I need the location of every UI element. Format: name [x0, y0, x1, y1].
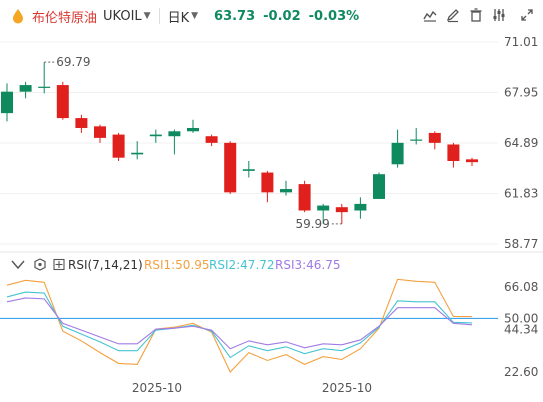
- candle-body: [205, 136, 218, 143]
- candle[interactable]: [131, 141, 144, 160]
- candle-body: [261, 172, 274, 193]
- candle-body: [317, 205, 330, 211]
- candle[interactable]: [298, 180, 311, 213]
- candle[interactable]: [187, 119, 199, 133]
- candle-body: [168, 131, 181, 137]
- candle[interactable]: [466, 157, 478, 166]
- candle[interactable]: [447, 142, 460, 168]
- candle[interactable]: [373, 172, 385, 199]
- candle-body: [242, 169, 255, 171]
- price-tick-label: 67.95: [504, 86, 538, 100]
- candle[interactable]: [19, 81, 32, 99]
- candle-body: [373, 174, 385, 199]
- candle[interactable]: [410, 127, 423, 145]
- candle-body: [75, 118, 88, 128]
- candle-body: [56, 85, 69, 119]
- rsi-tick-label: 66.08: [504, 280, 538, 294]
- indicator-label: RSI(7,14,21): [68, 258, 143, 272]
- candle-body: [187, 127, 199, 132]
- candle[interactable]: [1, 83, 13, 122]
- candle[interactable]: [149, 129, 162, 143]
- price-tick-label: 71.01: [504, 35, 538, 49]
- rsi-tick-label: 22.60: [504, 365, 538, 379]
- candle[interactable]: [242, 160, 255, 178]
- candle[interactable]: [354, 197, 367, 219]
- low-marker-label: 59.99: [295, 217, 329, 231]
- candle[interactable]: [261, 170, 274, 203]
- candle[interactable]: [112, 132, 125, 161]
- candle[interactable]: [335, 203, 348, 224]
- grid: [0, 41, 498, 245]
- candle-body: [410, 139, 423, 141]
- rsi1-line: [6, 278, 473, 373]
- candle[interactable]: [428, 131, 441, 150]
- rsi3-line: [6, 297, 473, 350]
- chart-app: 布伦特原油 UKOIL ▼ 日K ▼ 63.73 -0.02 -0.03% 71…: [0, 0, 543, 402]
- candle-body: [224, 142, 237, 193]
- price-tick-label: 58.77: [504, 237, 538, 251]
- candle-body: [354, 203, 367, 211]
- indicator-settings-icon[interactable]: [34, 258, 46, 271]
- candle-body: [447, 144, 460, 161]
- rsi3-legend: RSI3:46.75: [275, 258, 341, 272]
- candle-body: [19, 85, 32, 92]
- chart-canvas[interactable]: 71.01 67.95 64.89 61.83 58.77 69.79 59.99 RSI…: [0, 0, 543, 402]
- x-tick-label: 2025-10: [132, 381, 182, 395]
- rsi-axis: 66.0850.0044.3422.60: [504, 280, 538, 379]
- price-axis: 71.01 67.95 64.89 61.83 58.77: [504, 35, 538, 251]
- candle-body: [298, 184, 311, 211]
- candle[interactable]: [205, 134, 218, 147]
- collapse-icon[interactable]: [11, 260, 25, 270]
- price-tick-label: 64.89: [504, 136, 538, 150]
- candle-body: [428, 132, 441, 143]
- candle-body: [280, 189, 292, 193]
- candle[interactable]: [38, 62, 51, 94]
- indicator-add-icon[interactable]: [53, 258, 65, 271]
- high-marker-label: 69.79: [56, 55, 90, 69]
- rsi2-legend: RSI2:47.72: [209, 258, 275, 272]
- candle[interactable]: [168, 129, 181, 155]
- rsi-lines: [0, 278, 498, 373]
- candle-body: [335, 207, 348, 213]
- rsi-tick-label: 44.34: [504, 323, 538, 337]
- candle[interactable]: [94, 124, 106, 143]
- price-tick-label: 61.83: [504, 187, 538, 201]
- x-axis: 2025-10 2025-10: [132, 381, 372, 395]
- candle-body: [391, 142, 404, 165]
- candle-body: [149, 134, 162, 137]
- rsi1-legend: RSI1:50.95: [144, 258, 210, 272]
- rsi2-line: [6, 291, 473, 359]
- candle[interactable]: [224, 141, 237, 194]
- candle[interactable]: [391, 129, 404, 168]
- candle-body: [38, 86, 51, 88]
- candle-body: [466, 159, 478, 163]
- rsi-legend: RSI(7,14,21) RSI1:50.95 RSI2:47.72 RSI3:…: [11, 258, 341, 272]
- x-tick-label: 2025-10: [322, 381, 372, 395]
- candle[interactable]: [56, 81, 69, 120]
- candle-body: [112, 134, 125, 158]
- candle-body: [1, 91, 13, 114]
- candle-body: [131, 152, 144, 155]
- candle-body: [94, 126, 106, 138]
- candle[interactable]: [75, 114, 88, 133]
